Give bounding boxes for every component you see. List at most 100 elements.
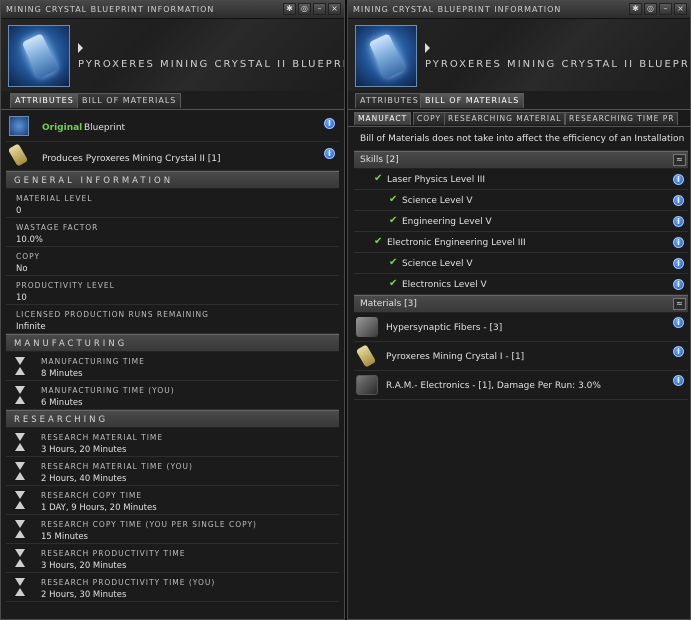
info-icon[interactable]: i [673,237,684,248]
options-button[interactable]: ◎ [644,3,657,15]
skill-row[interactable]: ✔ Laser Physics Level III i [354,169,688,190]
minimize-button[interactable]: – [659,3,672,15]
section-general-information: GENERAL INFORMATION [6,171,339,189]
blueprint-info-window-bill-of-materials: MINING CRYSTAL BLUEPRINT INFORMATION ✱ ◎… [347,0,691,620]
skill-row[interactable]: ✔ Electronics Level V i [354,274,688,295]
hourglass-icon [14,433,26,451]
check-icon: ✔ [389,215,398,226]
info-icon[interactable]: i [673,258,684,269]
list-item-original: Original Blueprint i [6,110,339,142]
blueprint-label: Blueprint [84,123,126,133]
ram-icon [356,375,378,395]
window-titlebar[interactable]: MINING CRYSTAL BLUEPRINT INFORMATION ✱ ◎… [348,1,690,19]
attribute-row: LICENSED PRODUCTION RUNS REMAINING Infin… [6,305,339,334]
attribute-row: RESEARCH COPY TIME (YOU PER SINGLE COPY)… [6,515,339,544]
collapse-icon[interactable]: ≈ [673,298,686,310]
skill-row[interactable]: ✔ Science Level V i [354,190,688,211]
expand-arrow-icon[interactable] [78,43,83,53]
info-icon[interactable]: i [673,195,684,206]
check-icon: ✔ [389,278,398,289]
attribute-row: PRODUCTIVITY LEVEL 10 [6,276,339,305]
info-icon[interactable]: i [673,375,684,386]
item-name: PYROXERES MINING CRYSTAL II BLUEPRINT [78,59,345,70]
material-row[interactable]: R.A.M.- Electronics - [1], Damage Per Ru… [354,371,688,400]
close-button[interactable]: × [674,3,687,15]
info-icon[interactable]: i [324,118,335,129]
tab-attributes[interactable]: ATTRIBUTES [10,93,79,108]
hourglass-icon [14,549,26,567]
info-icon[interactable]: i [673,216,684,227]
check-icon: ✔ [374,173,383,184]
section-manufacturing: MANUFACTURING [6,334,339,352]
hourglass-icon [14,491,26,509]
blueprint-icon[interactable] [355,25,417,87]
efficiency-notice: Bill of Materials does not take into aff… [360,134,685,144]
material-row[interactable]: Hypersynaptic Fibers - [3] i [354,313,688,342]
list-item-produces: Produces Pyroxeres Mining Crystal II [1]… [6,142,339,171]
subtab-copy[interactable]: COPY [413,112,446,125]
minimize-button[interactable]: – [313,3,326,15]
item-header: PYROXERES MINING CRYSTAL II BLUEPRINT [1,19,344,91]
subtab-manufacturing[interactable]: MANUFACT [354,112,412,125]
blueprint-icon[interactable] [8,25,70,87]
attribute-row: RESEARCH PRODUCTIVITY TIME (YOU) 2 Hours… [6,573,339,602]
skills-group-header[interactable]: Skills [2] ≈ [354,151,688,169]
options-button[interactable]: ◎ [298,3,311,15]
section-researching: RESEARCHING [6,410,339,428]
check-icon: ✔ [374,236,383,247]
attribute-row: WASTAGE FACTOR 10.0% [6,218,339,247]
tab-bill-of-materials[interactable]: BILL OF MATERIALS [420,93,525,108]
attribute-row: RESEARCH MATERIAL TIME 3 Hours, 20 Minut… [6,428,339,457]
window-title: MINING CRYSTAL BLUEPRINT INFORMATION [353,5,562,14]
info-icon[interactable]: i [673,346,684,357]
expand-arrow-icon[interactable] [425,43,430,53]
material-row[interactable]: Pyroxeres Mining Crystal I - [1] i [354,342,688,371]
attributes-list: Original Blueprint i Produces Pyroxeres … [6,110,339,602]
notice-row: Bill of Materials does not take into aff… [354,127,688,151]
hourglass-icon [14,520,26,538]
info-icon[interactable]: i [324,148,335,159]
subtab-researching-material[interactable]: RESEARCHING MATERIAL [444,112,566,125]
hourglass-icon [14,462,26,480]
crystal-icon [355,344,377,368]
skill-row[interactable]: ✔ Electronic Engineering Level III i [354,232,688,253]
attribute-row: RESEARCH MATERIAL TIME (YOU) 2 Hours, 40… [6,457,339,486]
skills-group-label: Skills [2] [360,155,399,165]
original-label: Original [42,123,83,133]
info-icon[interactable]: i [673,279,684,290]
attribute-row: RESEARCH PRODUCTIVITY TIME 3 Hours, 20 M… [6,544,339,573]
close-button[interactable]: × [328,3,341,15]
info-icon[interactable]: i [673,317,684,328]
skill-row[interactable]: ✔ Science Level V i [354,253,688,274]
tab-bar: ATTRIBUTES BILL OF MATERIALS [1,91,344,110]
pin-button[interactable]: ✱ [629,3,642,15]
hourglass-icon [14,386,26,404]
attribute-row: RESEARCH COPY TIME 1 DAY, 9 Hours, 20 Mi… [6,486,339,515]
item-name: PYROXERES MINING CRYSTAL II BLUEPRINT [425,59,691,70]
tab-bar: ATTRIBUTES BILL OF MATERIALS [348,91,690,110]
attribute-row: MANUFACTURING TIME (YOU) 6 Minutes [6,381,339,410]
collapse-icon[interactable]: ≈ [673,154,686,166]
crystal-icon [7,143,29,167]
bill-of-materials-list: Bill of Materials does not take into aff… [354,127,688,400]
hourglass-icon [14,578,26,596]
subtab-researching-time[interactable]: RESEARCHING TIME PR [565,112,679,125]
item-header: PYROXERES MINING CRYSTAL II BLUEPRINT [348,19,690,91]
info-icon[interactable]: i [673,174,684,185]
check-icon: ✔ [389,194,398,205]
window-titlebar[interactable]: MINING CRYSTAL BLUEPRINT INFORMATION ✱ ◎… [1,1,344,19]
blueprint-info-window-attributes: MINING CRYSTAL BLUEPRINT INFORMATION ✱ ◎… [0,0,345,620]
blueprint-small-icon [9,116,29,136]
fibers-icon [356,317,378,337]
materials-group-label: Materials [3] [360,299,417,309]
materials-group-header[interactable]: Materials [3] ≈ [354,295,688,313]
tab-bill-of-materials[interactable]: BILL OF MATERIALS [77,93,182,108]
tab-attributes[interactable]: ATTRIBUTES [355,93,424,108]
skill-row[interactable]: ✔ Engineering Level V i [354,211,688,232]
check-icon: ✔ [389,257,398,268]
hourglass-icon [14,357,26,375]
attribute-row: MANUFACTURING TIME 8 Minutes [6,352,339,381]
window-title: MINING CRYSTAL BLUEPRINT INFORMATION [6,5,215,14]
pin-button[interactable]: ✱ [283,3,296,15]
attribute-row: MATERIAL LEVEL 0 [6,189,339,218]
